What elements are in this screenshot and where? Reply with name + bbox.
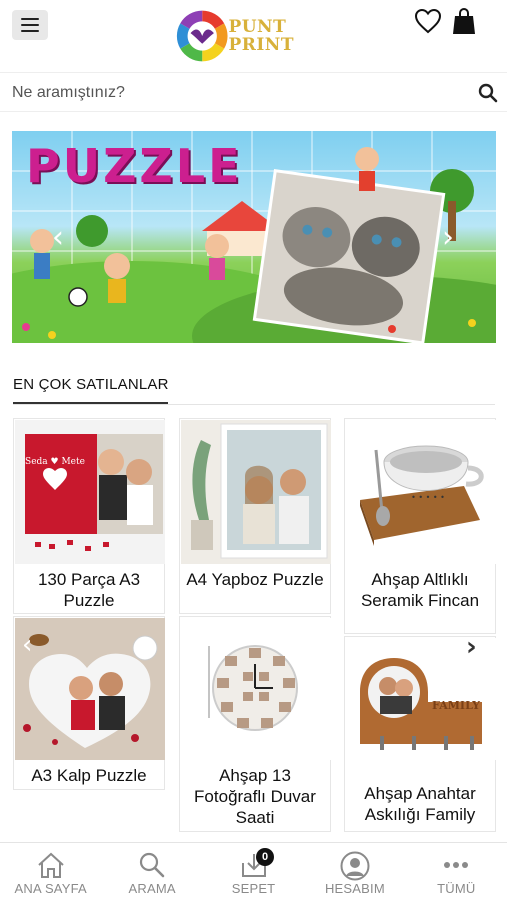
product-image [181, 618, 331, 760]
favorites-heart-icon[interactable] [414, 8, 442, 34]
nav-item-cart[interactable]: SEPET [203, 843, 304, 900]
nav-label: SEPET [231, 881, 276, 896]
nav-item-account[interactable]: HESABIM [304, 843, 405, 900]
carousel-prev-arrow-icon[interactable]: ‹ [22, 630, 32, 660]
product-card[interactable]: Seda ♥ Mete 130 Parça A3 Puzzle [13, 418, 165, 614]
product-name: Ahşap 13 Fotoğraflı Duvar Saati [194, 766, 316, 827]
banner-prev-arrow-icon[interactable]: ‹ [52, 223, 64, 253]
product-image: Seda ♥ Mete [15, 420, 165, 564]
section-title: EN ÇOK SATILANLAR [13, 376, 169, 393]
product-name: Ahşap Altlıklı Seramik Fincan [360, 570, 480, 610]
brand-logo[interactable]: PUNT PRINT [172, 8, 294, 64]
hamburger-icon [21, 18, 39, 20]
carousel-next-arrow-icon[interactable]: › [466, 632, 477, 662]
product-card[interactable]: Ahşap 13 Fotoğraflı Duvar Saati [179, 616, 331, 832]
menu-button[interactable] [12, 10, 48, 40]
section-divider [13, 404, 495, 405]
bottom-navigation: ANA SAYFA ARAMA SEPET HESABIM TÜMÜ [0, 842, 507, 900]
nav-label: ANA SAYFA [14, 881, 87, 896]
banner-title: PUZZLE [26, 139, 243, 193]
product-image [181, 420, 331, 564]
cart-count-badge: 0 [256, 848, 274, 866]
nav-item-more[interactable]: TÜMÜ [406, 843, 507, 900]
more-icon [444, 862, 469, 868]
home-icon [38, 852, 64, 878]
search-icon [140, 852, 165, 878]
nav-item-search[interactable]: ARAMA [101, 843, 202, 900]
product-image [15, 618, 165, 760]
product-card[interactable]: • • • • • Ahşap Altlıklı Seramik Fincan [344, 418, 496, 634]
product-card[interactable]: FAMILY Ahşap Anahtar Askılığı Family [344, 636, 496, 832]
family-sign-text: FAMILY [432, 699, 480, 712]
nav-label: ARAMA [128, 881, 176, 896]
nav-label: HESABIM [324, 881, 385, 896]
search-bar [0, 72, 507, 112]
app-header: PUNT PRINT [0, 0, 507, 68]
hero-banner[interactable]: PUZZLE ‹ › [12, 131, 496, 343]
product-card[interactable]: A3 Kalp Puzzle [13, 616, 165, 790]
product-card[interactable]: A4 Yapboz Puzzle [179, 418, 331, 614]
product-name: A3 Kalp Puzzle [31, 766, 147, 785]
account-icon [340, 851, 370, 881]
logo-emblem-icon [176, 10, 228, 62]
product-name: A4 Yapboz Puzzle [186, 570, 324, 589]
nav-label: TÜMÜ [437, 881, 476, 896]
product-name: 130 Parça A3 Puzzle [37, 570, 141, 610]
search-input[interactable] [12, 81, 462, 105]
logo-text-line1: PUNT [228, 17, 287, 37]
product-image: • • • • • [346, 420, 496, 564]
logo-text-line2: PRINT [228, 35, 294, 55]
product-name: Ahşap Anahtar Askılığı Family [364, 784, 476, 824]
puzzle-name-caption: Seda ♥ Mete [25, 457, 85, 467]
search-icon[interactable] [478, 83, 498, 103]
svg-text:• • • • •: • • • • • [411, 493, 445, 502]
banner-next-arrow-icon[interactable]: › [442, 223, 454, 253]
shopping-bag-icon[interactable] [452, 7, 476, 35]
nav-item-home[interactable]: ANA SAYFA [0, 843, 101, 900]
